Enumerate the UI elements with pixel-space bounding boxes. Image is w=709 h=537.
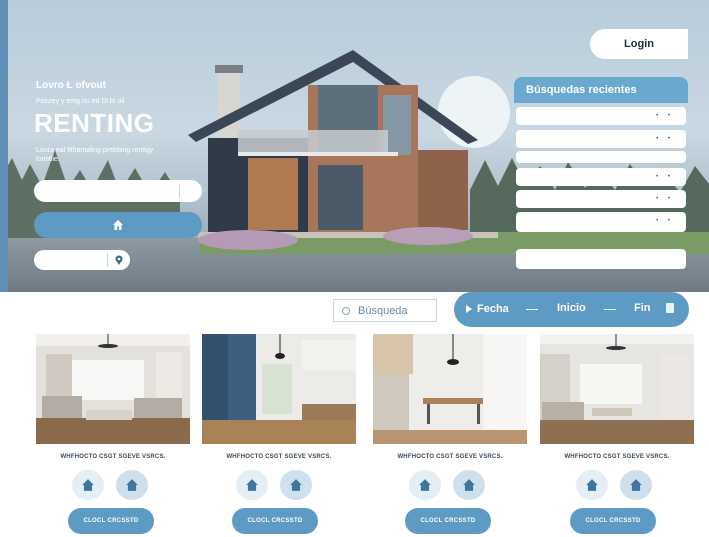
home-action-button[interactable]: [576, 470, 608, 500]
home-action-button[interactable]: [72, 470, 104, 500]
home-action-button[interactable]: [409, 470, 441, 500]
home-icon: [113, 220, 123, 230]
brand-tagline: Poczey y emg nu ed Di bi oll: [36, 98, 125, 105]
listing-photo: [202, 334, 356, 444]
divider: [604, 309, 616, 310]
listing-cta-button[interactable]: CLOCL CRCSSTD: [405, 508, 491, 534]
listing-caption: WHFHOCTO CSGT SGEVE VSRCS.: [226, 454, 332, 460]
listing-card[interactable]: WHFHOCTO CSGT SGEVE VSRCS. CLOCL CRCSSTD: [36, 334, 190, 537]
home-icon: [126, 479, 138, 491]
listing-photo: [36, 334, 190, 444]
home-alt-button[interactable]: [620, 470, 652, 500]
listing-caption: WHFHOCTO CSGT SGEVE VSRCS.: [564, 454, 670, 460]
search-homes-button[interactable]: [34, 212, 202, 238]
home-alt-button[interactable]: [280, 470, 312, 500]
listing-cta-button[interactable]: CLOCL CRCSSTD: [232, 508, 318, 534]
date-range-bar[interactable]: Fecha Inicio Fin: [454, 292, 689, 327]
search-icon: [342, 306, 350, 315]
location-input[interactable]: [34, 180, 202, 202]
search-input[interactable]: Búsqueda: [333, 299, 437, 322]
home-icon: [82, 479, 94, 491]
recent-search-item[interactable]: • •: [516, 168, 686, 186]
listing-photo: [540, 334, 694, 444]
listing-cta-button[interactable]: CLOCL CRCSSTD: [68, 508, 154, 534]
input-divider: [107, 253, 108, 267]
input-divider: [179, 184, 180, 198]
home-alt-button[interactable]: [116, 470, 148, 500]
start-date-field[interactable]: Inicio: [557, 302, 586, 314]
recent-search-item[interactable]: • •: [516, 190, 686, 208]
recent-search-item[interactable]: • •: [516, 212, 686, 232]
hero-description: Loura eal fithamaling prebbing rentigy i…: [36, 147, 154, 163]
listing-photo: [373, 334, 527, 444]
recent-search-item[interactable]: • •: [516, 107, 686, 125]
listing-caption: WHFHOCTO CSGT SGEVE VSRCS.: [60, 454, 166, 460]
left-edge: [0, 0, 8, 292]
recent-searches-title: Búsquedas recientes: [514, 77, 688, 103]
end-date-field[interactable]: Fin: [634, 302, 651, 314]
date-label: Fecha: [477, 303, 509, 315]
recent-search-item[interactable]: [516, 151, 686, 163]
home-icon: [246, 479, 258, 491]
listing-card[interactable]: WHFHOCTO CSGT SGEVE VSRCS. CLOCL CRCSSTD: [373, 334, 527, 537]
calendar-icon[interactable]: [666, 303, 674, 313]
home-icon: [419, 479, 431, 491]
listing-card[interactable]: WHFHOCTO CSGT SGEVE VSRCS. CLOCL CRCSSTD: [202, 334, 356, 537]
home-alt-button[interactable]: [453, 470, 485, 500]
login-button[interactable]: Login: [590, 29, 688, 59]
house-illustration: [188, 50, 498, 250]
page-title: RENTING: [34, 108, 155, 138]
recent-search-item[interactable]: • •: [516, 130, 686, 148]
recent-searches-panel: Búsquedas recientes • • • • • • • • • •: [514, 77, 688, 269]
brand-name: Lovro Ł ofvout: [36, 80, 106, 91]
home-icon: [586, 479, 598, 491]
hero-banner: Lovro Ł ofvout Poczey y emg nu ed Di bi …: [0, 0, 709, 292]
map-location-input[interactable]: [34, 250, 130, 270]
listing-caption: WHFHOCTO CSGT SGEVE VSRCS.: [397, 454, 503, 460]
listing-card[interactable]: WHFHOCTO CSGT SGEVE VSRCS. CLOCL CRCSSTD: [540, 334, 694, 537]
divider: [526, 309, 538, 310]
listing-cta-button[interactable]: CLOCL CRCSSTD: [570, 508, 656, 534]
play-arrow-icon: [466, 305, 472, 313]
map-pin-icon[interactable]: [114, 255, 124, 265]
home-icon: [463, 479, 475, 491]
home-icon: [630, 479, 642, 491]
recent-search-item[interactable]: [516, 249, 686, 269]
search-label: Búsqueda: [358, 304, 408, 317]
home-action-button[interactable]: [236, 470, 268, 500]
home-icon: [290, 479, 302, 491]
